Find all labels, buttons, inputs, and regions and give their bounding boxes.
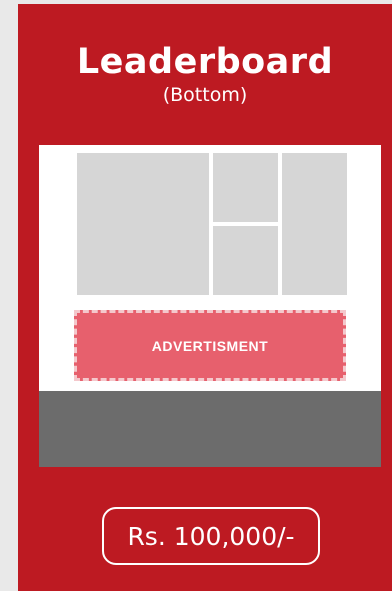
card-subtitle: (Bottom) [162,84,248,106]
content-block-small-top [213,153,278,222]
advertisement-label: ADVERTISMENT [151,337,269,354]
footer-bar [39,391,381,467]
content-block-small-bottom [213,226,278,295]
content-block-large [77,153,209,295]
layout-preview: ADVERTISMENT [39,145,381,467]
pricing-card: Leaderboard (Bottom) ADVERTISMENT Rs. 10… [18,4,392,591]
content-block-tall [282,153,347,295]
price-badge: Rs. 100,000/- [102,507,320,565]
card-title: Leaderboard [76,42,334,82]
advertisement-slot: ADVERTISMENT [74,310,346,381]
